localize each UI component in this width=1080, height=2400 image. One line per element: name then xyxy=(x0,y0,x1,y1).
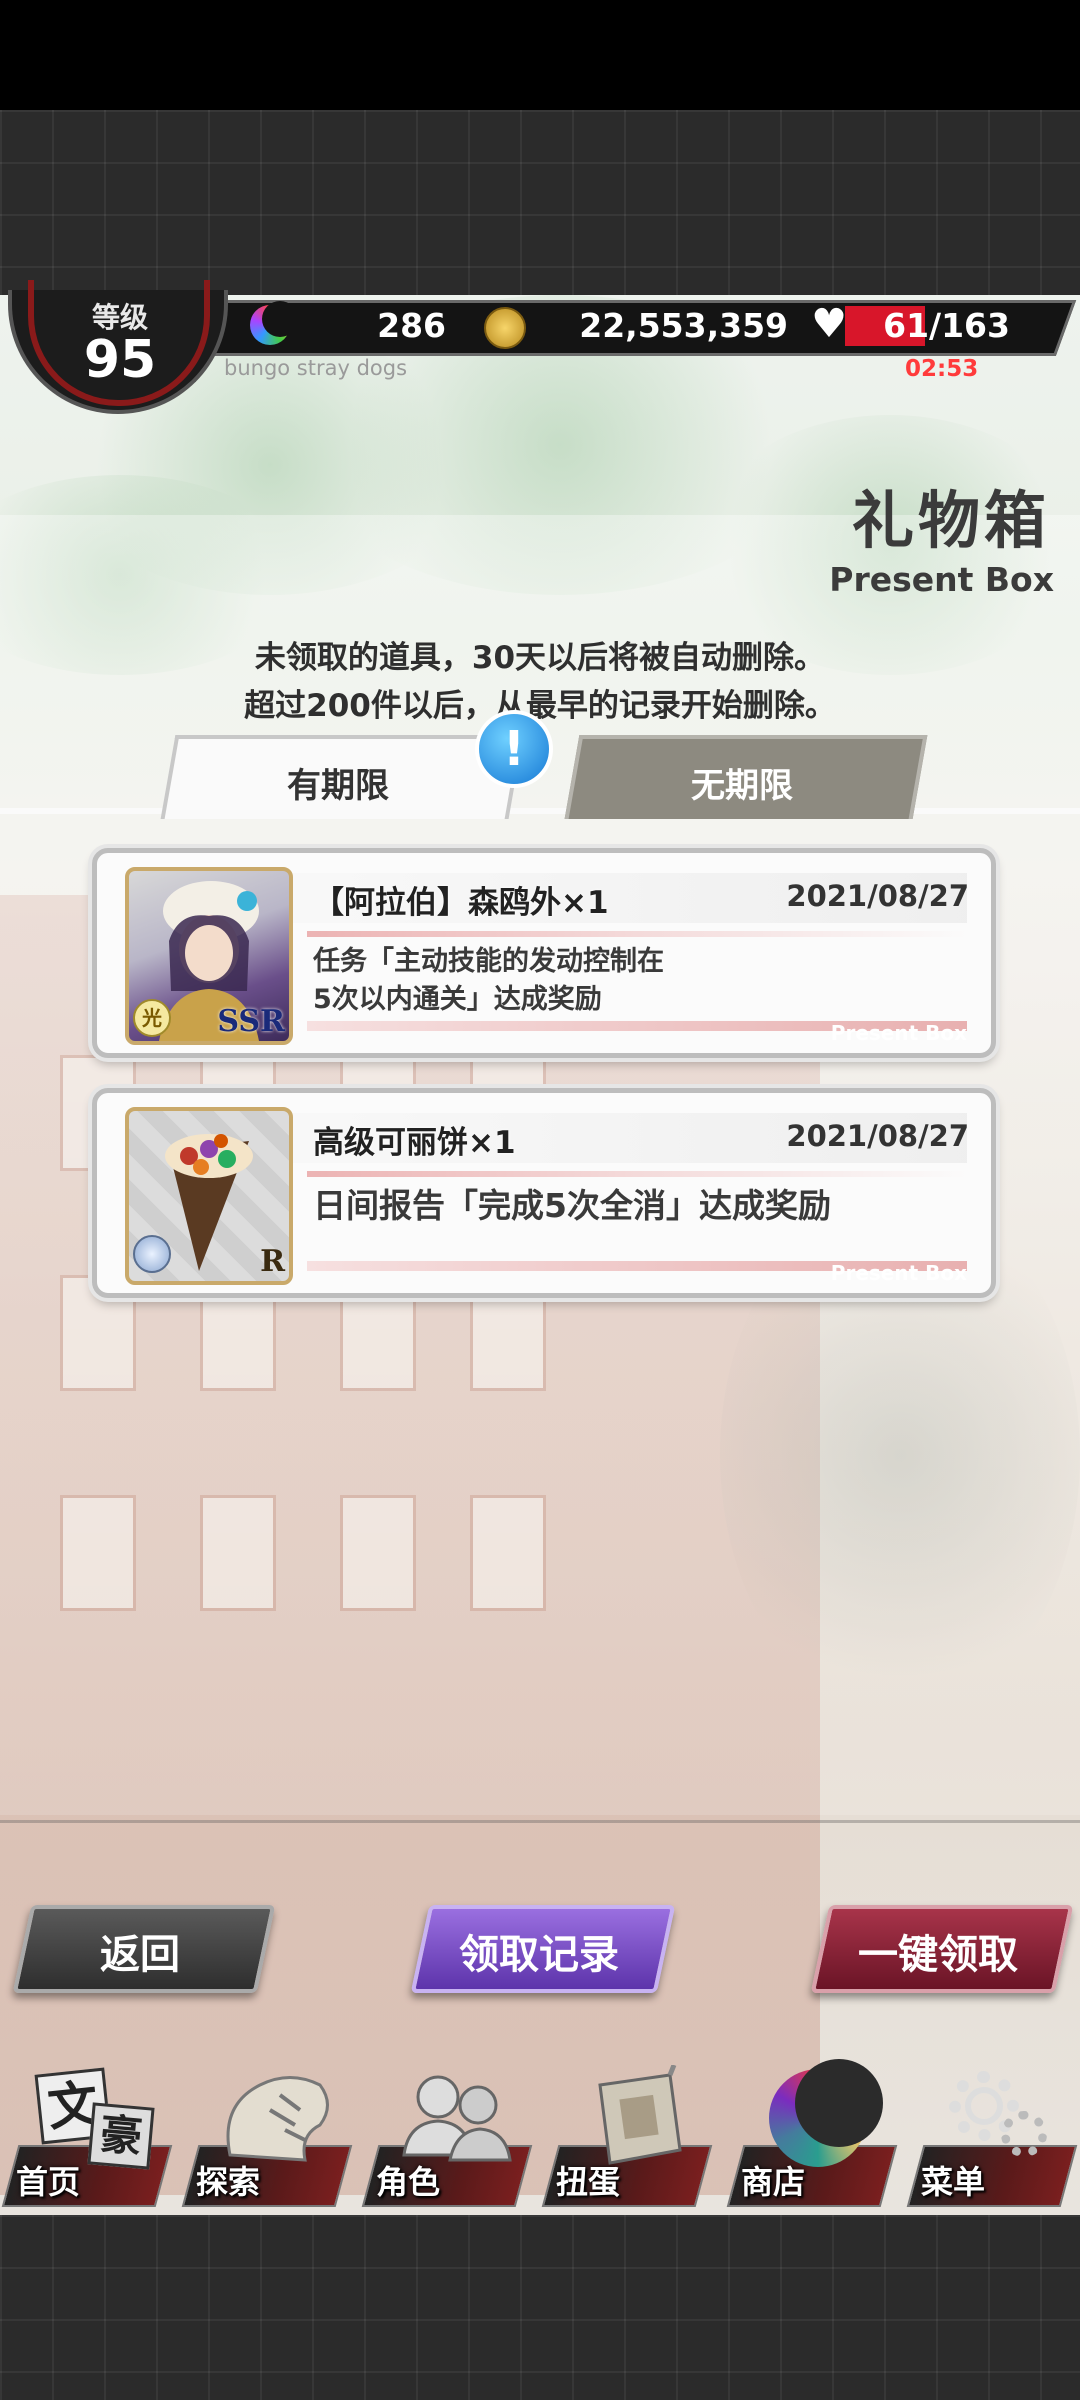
tab-limited-label: 有期限 xyxy=(287,766,389,806)
tab-unlimited-label: 无期限 xyxy=(691,766,793,806)
nav-menu[interactable]: 菜单 xyxy=(906,2065,1078,2207)
item-date: 2021/08/27 xyxy=(786,879,969,913)
game-subtitle: bungo stray dogs xyxy=(224,356,408,380)
nav-gacha-label: 扭蛋 xyxy=(556,2163,621,2201)
notice-line-2: 超过200件以后，从最早的记录开始删除。 xyxy=(244,688,836,724)
top-blackbar xyxy=(0,0,1080,110)
stamina-timer: 02:53 xyxy=(905,356,979,382)
item-tag: Present Box xyxy=(830,1261,967,1285)
coin-icon xyxy=(484,307,526,349)
level-value: 95 xyxy=(83,330,157,390)
notice-line-1: 未领取的道具，30天以后将被自动删除。 xyxy=(254,640,826,676)
moonstone-count: 286 xyxy=(377,306,446,345)
top-grid-band xyxy=(0,110,1080,295)
present-item[interactable]: R 高级可丽饼×1 2021/08/27 日间报告「完成5次全消」达成奖励 Pr… xyxy=(92,1088,996,1298)
present-item[interactable]: 光 SSR 【阿拉伯】森鸥外×1 2021/08/27 任务「主动技能的发动控制… xyxy=(92,848,996,1058)
page-title: 礼物箱 xyxy=(851,484,1050,557)
item-description: 任务「主动技能的发动控制在 5次以内通关」达成奖励 xyxy=(313,943,664,1019)
heart-icon: ♥ xyxy=(811,301,847,347)
item-date: 2021/08/27 xyxy=(786,1119,969,1153)
item-tag: Present Box xyxy=(830,1021,967,1045)
item-name: 高级可丽饼×1 xyxy=(313,1125,516,1161)
crepe-item-image: R xyxy=(125,1107,293,1285)
item-description-line-1: 任务「主动技能的发动控制在 xyxy=(313,946,664,977)
nav-gacha[interactable]: 扭蛋 xyxy=(541,2064,713,2207)
rarity-badge: SSR xyxy=(217,1004,285,1039)
element-badge: 光 xyxy=(133,999,171,1037)
element-badge-icon xyxy=(133,1235,171,1273)
claim-all-label: 一键领取 xyxy=(858,1932,1018,1978)
item-name: 【阿拉伯】森鸥外×1 xyxy=(313,885,609,921)
back-button-label: 返回 xyxy=(100,1932,180,1978)
character-portrait: 光 SSR xyxy=(125,867,293,1045)
nav-characters-label: 角色 xyxy=(376,2163,441,2201)
claim-history-label: 领取记录 xyxy=(459,1932,619,1978)
stamina-count: 61/163 xyxy=(883,306,1010,345)
nav-menu-label: 菜单 xyxy=(921,2163,986,2201)
nav-explore[interactable]: 探索 xyxy=(181,2065,353,2207)
nav-shop-label: 商店 xyxy=(741,2163,806,2201)
bottom-grid-band xyxy=(0,2215,1080,2400)
nav-shop[interactable]: 商店 xyxy=(726,2059,898,2207)
coin-count: 22,553,359 xyxy=(579,306,788,345)
item-description: 日间报告「完成5次全消」达成奖励 xyxy=(313,1186,831,1225)
item-description-line-2: 5次以内通关」达成奖励 xyxy=(313,984,602,1015)
alert-badge: ! xyxy=(475,710,553,788)
nav-home[interactable]: 文 豪 首页 xyxy=(1,2065,173,2207)
nav-explore-label: 探索 xyxy=(196,2163,261,2201)
nav-characters[interactable]: 角色 xyxy=(361,2065,533,2207)
nav-home-label: 首页 xyxy=(16,2163,81,2201)
moonstone-icon xyxy=(250,301,298,345)
rarity-badge: R xyxy=(260,1244,285,1279)
page-subtitle: Present Box xyxy=(829,560,1054,599)
